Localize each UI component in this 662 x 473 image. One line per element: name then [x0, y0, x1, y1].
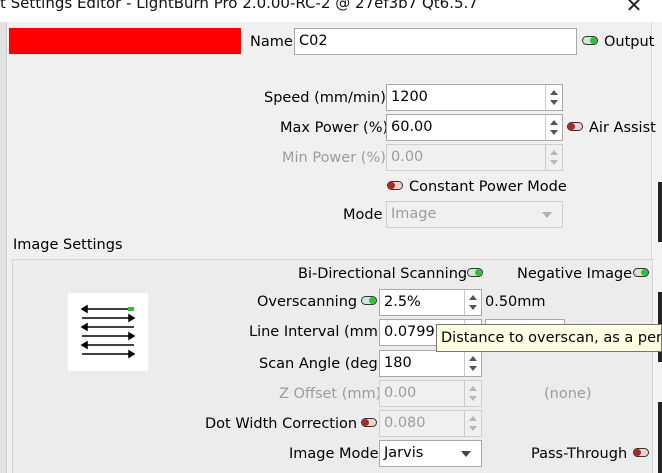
z-offset-value: 0.00: [384, 385, 417, 401]
air-assist-label: Air Assist: [589, 120, 656, 136]
overscanning-spinbox[interactable]: 2.5%: [379, 289, 482, 316]
image-mode-value: Jarvis: [384, 445, 424, 461]
spin-up-icon[interactable]: [469, 416, 477, 421]
overscan-tooltip: Distance to overscan, as a percen: [436, 324, 662, 352]
dot-width-spinbox[interactable]: 0.080: [379, 410, 482, 437]
z-offset-label: Z Offset (mm): [279, 386, 382, 402]
spin-arrows[interactable]: [545, 85, 562, 110]
toggle-knob: [475, 269, 482, 276]
spin-arrows[interactable]: [464, 381, 481, 406]
spin-down-icon[interactable]: [550, 100, 558, 105]
chevron-down-icon: [542, 212, 552, 218]
spin-up-icon[interactable]: [469, 386, 477, 391]
line-interval-label: Line Interval (mm): [249, 324, 384, 340]
bidirectional-toggle[interactable]: [467, 268, 483, 277]
spin-down-icon[interactable]: [550, 130, 558, 135]
scan-lines-icon: [80, 304, 136, 359]
scan-angle-label: Scan Angle (deg): [259, 356, 384, 372]
scan-angle-spinbox[interactable]: 180: [379, 350, 482, 377]
spin-arrows[interactable]: [464, 411, 481, 436]
speed-label: Speed (mm/min): [264, 90, 386, 106]
spin-up-icon[interactable]: [550, 120, 558, 125]
max-power-spinbox[interactable]: 60.00: [386, 114, 563, 141]
min-power-label: Min Power (%): [282, 150, 386, 166]
dot-width-toggle[interactable]: [361, 418, 377, 427]
spin-up-icon[interactable]: [469, 295, 477, 300]
z-offset-note: (none): [544, 386, 592, 402]
spin-arrows[interactable]: [545, 145, 562, 170]
spin-down-icon[interactable]: [550, 160, 558, 165]
spin-arrows[interactable]: [545, 115, 562, 140]
speed-value: 1200: [391, 89, 428, 105]
z-offset-spinbox[interactable]: 0.00: [379, 380, 482, 407]
mode-dropdown[interactable]: Image: [386, 201, 563, 228]
image-settings-heading: Image Settings: [13, 237, 123, 253]
dot-width-value: 0.080: [384, 415, 426, 431]
overscanning-value: 2.5%: [384, 294, 421, 310]
background-canvas-fragment: [658, 182, 662, 242]
pass-through-toggle[interactable]: [633, 448, 649, 457]
air-assist-toggle[interactable]: [567, 122, 583, 131]
negative-image-toggle[interactable]: [633, 268, 649, 277]
toggle-knob: [634, 449, 641, 456]
spin-down-icon[interactable]: [469, 426, 477, 431]
toggle-knob: [590, 37, 597, 44]
toggle-knob: [568, 123, 575, 130]
min-power-spinbox[interactable]: 0.00: [386, 144, 563, 171]
spin-down-icon[interactable]: [469, 396, 477, 401]
toggle-knob: [388, 182, 395, 189]
overscanning-label: Overscanning: [257, 294, 358, 310]
constant-power-toggle[interactable]: [387, 181, 403, 190]
spin-up-icon[interactable]: [550, 150, 558, 155]
image-mode-label: Image Mode: [289, 446, 379, 462]
spin-up-icon[interactable]: [469, 356, 477, 361]
output-toggle[interactable]: [582, 36, 598, 45]
speed-spinbox[interactable]: 1200: [386, 84, 563, 111]
spin-arrows[interactable]: [464, 351, 481, 376]
name-label: Name: [250, 34, 293, 50]
line-interval-value: 0.0799: [384, 324, 435, 340]
toggle-knob: [369, 297, 376, 304]
max-power-label: Max Power (%): [280, 120, 389, 136]
spin-up-icon[interactable]: [550, 90, 558, 95]
layer-name-input[interactable]: C02: [294, 28, 577, 55]
image-mode-dropdown[interactable]: Jarvis: [379, 440, 482, 467]
scan-angle-value: 180: [384, 355, 412, 371]
mode-label: Mode: [343, 207, 383, 223]
layer-color-swatch[interactable]: [9, 28, 241, 54]
spin-arrows[interactable]: [464, 290, 481, 315]
close-icon[interactable]: ✕: [622, 0, 646, 16]
toggle-knob: [362, 419, 369, 426]
pass-through-label: Pass-Through: [531, 446, 628, 462]
constant-power-label: Constant Power Mode: [409, 179, 567, 195]
spin-down-icon[interactable]: [469, 305, 477, 310]
overscanning-toggle[interactable]: [361, 296, 377, 305]
mode-value: Image: [391, 206, 437, 222]
max-power-value: 60.00: [391, 119, 433, 135]
bidirectional-label: Bi-Directional Scanning: [298, 266, 468, 282]
chevron-down-icon: [461, 451, 471, 457]
dot-width-label: Dot Width Correction: [205, 416, 358, 432]
min-power-value: 0.00: [391, 149, 424, 165]
window-title: t Settings Editor - LightBurn Pro 2.0.00…: [0, 0, 478, 12]
overscanning-mm: 0.50mm: [485, 294, 546, 310]
scan-preview-thumbnail: [68, 293, 148, 371]
left-edge: [0, 22, 7, 473]
output-label: Output: [604, 34, 655, 50]
negative-image-label: Negative Image: [517, 266, 633, 282]
toggle-knob: [641, 269, 648, 276]
title-bar: t Settings Editor - LightBurn Pro 2.0.00…: [0, 0, 662, 22]
spin-down-icon[interactable]: [469, 366, 477, 371]
background-canvas-fragment: [658, 402, 662, 473]
